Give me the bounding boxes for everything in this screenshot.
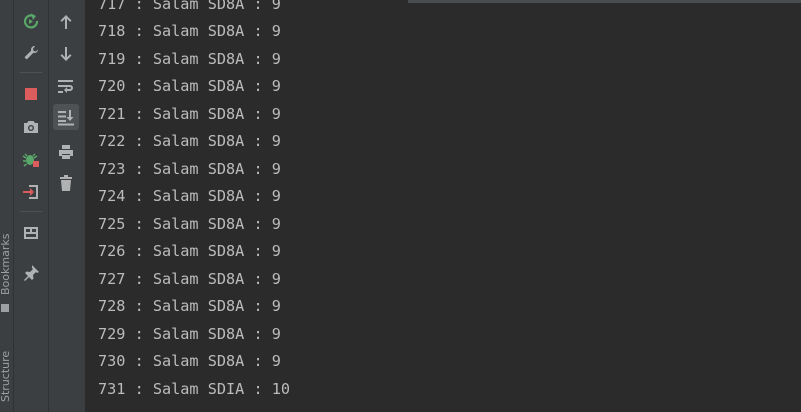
console-line: 721 : Salam SD8A : 9 [98, 105, 281, 123]
print-icon [59, 145, 73, 159]
trash-icon [60, 175, 72, 191]
debug-bug-icon [22, 153, 39, 167]
exit-icon [23, 185, 38, 199]
stop-button[interactable] [18, 81, 44, 107]
console-line: 731 : Salam SDIA : 10 [98, 380, 291, 398]
soft-wrap-button[interactable] [53, 73, 79, 99]
pin-icon [24, 265, 39, 281]
scroll-to-end-icon [58, 110, 74, 126]
layout-icon [24, 227, 38, 239]
edit-configuration-button[interactable] [18, 40, 44, 66]
clear-all-button[interactable] [53, 170, 79, 196]
rerun-button[interactable] [18, 8, 44, 34]
console-toolbar [48, 0, 86, 412]
arrow-up-icon [60, 15, 72, 29]
camera-icon [24, 121, 38, 133]
console-line: 727 : Salam SD8A : 9 [98, 270, 281, 288]
stop-icon [25, 88, 37, 100]
console-line: 717 : Salam SD8A : 9 [98, 0, 281, 13]
bookmarks-tab[interactable]: Bookmarks [0, 232, 13, 296]
console-line: 725 : Salam SD8A : 9 [98, 215, 281, 233]
toolbar-divider [20, 211, 42, 212]
pin-tab-button[interactable] [18, 260, 44, 286]
scroll-to-end-button[interactable] [53, 104, 79, 130]
bookmark-icon [1, 304, 9, 312]
restore-layout-button[interactable] [18, 220, 44, 246]
console-line: 723 : Salam SD8A : 9 [98, 160, 281, 178]
structure-tab[interactable]: Structure [0, 340, 13, 412]
console-line: 724 : Salam SD8A : 9 [98, 187, 281, 205]
rerun-icon [23, 13, 39, 29]
wrench-icon [24, 46, 38, 60]
console-line: 720 : Salam SD8A : 9 [98, 77, 281, 95]
console-line: 722 : Salam SD8A : 9 [98, 132, 281, 150]
next-occurrence-button[interactable] [53, 41, 79, 67]
dump-threads-button[interactable] [18, 114, 44, 140]
console-line: 718 : Salam SD8A : 9 [98, 22, 281, 40]
exit-button[interactable] [18, 179, 44, 205]
console-output[interactable]: 717 : Salam SD8A : 9 718 : Salam SD8A : … [85, 0, 801, 412]
side-tool-window-strip: Bookmarks Structure [0, 0, 14, 412]
print-button[interactable] [53, 139, 79, 165]
console-line: 728 : Salam SD8A : 9 [98, 297, 281, 315]
arrow-down-icon [60, 47, 72, 61]
console-line: 726 : Salam SD8A : 9 [98, 242, 281, 260]
console-line: 729 : Salam SD8A : 9 [98, 325, 281, 343]
previous-occurrence-button[interactable] [53, 9, 79, 35]
debug-button[interactable] [18, 146, 44, 172]
run-toolbar [14, 0, 48, 412]
toolbar-divider [20, 72, 42, 73]
horizontal-scrollbar[interactable] [408, 0, 801, 3]
soft-wrap-icon [58, 80, 73, 93]
console-line: 719 : Salam SD8A : 9 [98, 50, 281, 68]
console-line: 730 : Salam SD8A : 9 [98, 352, 281, 370]
